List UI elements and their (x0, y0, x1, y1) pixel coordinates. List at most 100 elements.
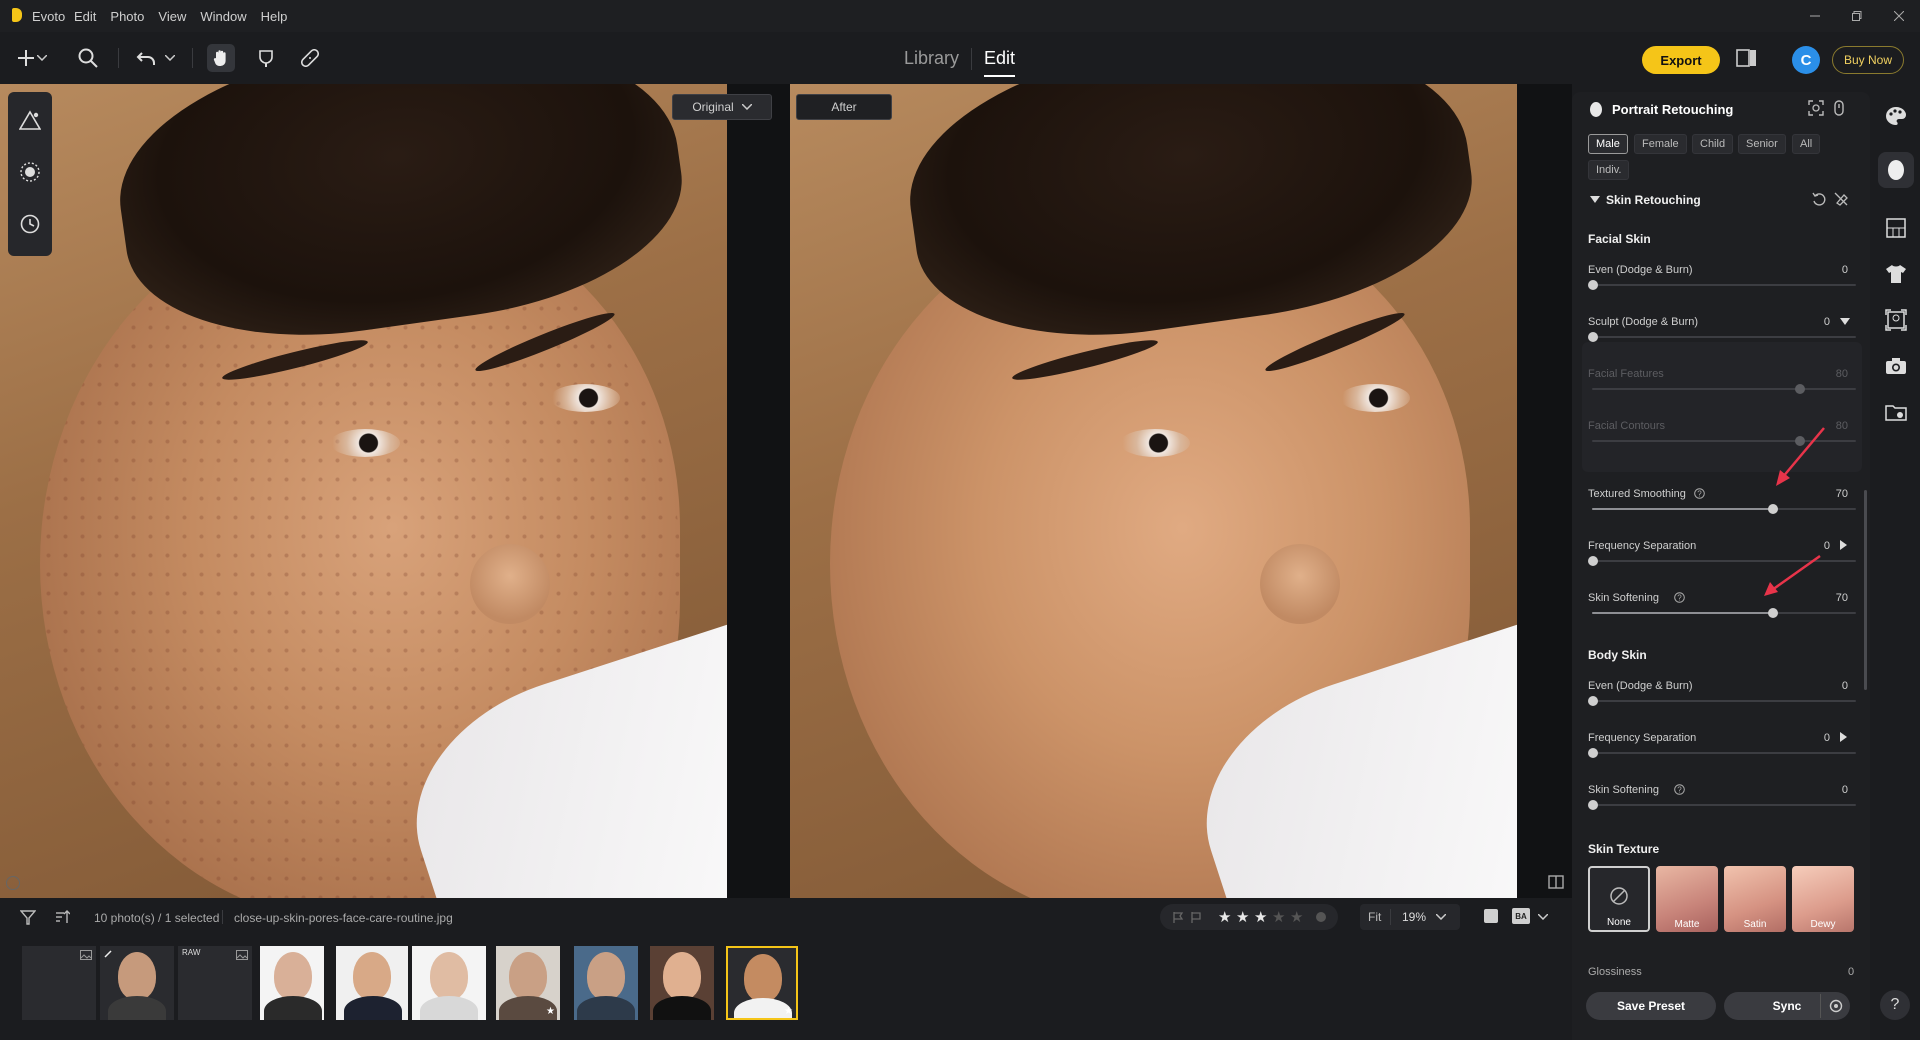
info-icon[interactable] (6, 876, 20, 890)
preset-male[interactable]: Male (1588, 134, 1628, 154)
menu-edit[interactable]: Edit (74, 9, 96, 24)
slider-knob[interactable] (1588, 556, 1598, 566)
undo-icon[interactable] (132, 44, 160, 72)
history-icon[interactable] (16, 210, 44, 238)
menu-photo[interactable]: Photo (110, 9, 144, 24)
slider-body-skin-softening[interactable]: Skin Softening ? 0 (1588, 784, 1856, 828)
slider-knob[interactable] (1588, 800, 1598, 810)
skin-retouching-title[interactable]: Skin Retouching (1606, 193, 1701, 207)
expand-down-triangle-icon[interactable] (1840, 318, 1850, 326)
texture-dewy[interactable]: Dewy (1792, 866, 1854, 932)
restore-icon[interactable] (1836, 0, 1878, 32)
photo-canvas[interactable] (0, 84, 1572, 898)
portrait-face-icon[interactable] (1878, 152, 1914, 188)
slider-facial-even[interactable]: Even (Dodge & Burn) 0 (1588, 264, 1856, 308)
collapse-triangle-icon[interactable] (1590, 196, 1600, 204)
thumbnail-10-selected[interactable]: ★ (726, 946, 798, 1020)
palette-icon[interactable] (1884, 104, 1908, 128)
expand-right-triangle-icon[interactable] (1840, 732, 1848, 742)
minimize-icon[interactable] (1794, 0, 1836, 32)
slider-knob[interactable] (1588, 332, 1598, 342)
buy-now-button[interactable]: Buy Now (1832, 46, 1904, 74)
menu-window[interactable]: Window (200, 9, 246, 24)
zoom-level[interactable]: 19% (1402, 910, 1426, 924)
thumbnail-9[interactable] (650, 946, 714, 1020)
before-after-icon[interactable]: BA (1512, 908, 1530, 924)
split-view-icon[interactable] (1548, 874, 1564, 890)
texture-satin[interactable]: Satin (1724, 866, 1786, 932)
disable-eraser-icon[interactable] (1834, 192, 1848, 206)
help-button[interactable]: ? (1880, 990, 1910, 1020)
crop-frame-icon[interactable] (1884, 308, 1908, 332)
slider-track[interactable] (1592, 700, 1856, 702)
menu-help[interactable]: Help (261, 9, 288, 24)
thumbnail-2[interactable] (100, 946, 174, 1020)
preset-all[interactable]: All (1792, 134, 1821, 154)
radial-mask-icon[interactable] (16, 158, 44, 186)
save-preset-button[interactable]: Save Preset (1586, 992, 1716, 1020)
search-icon[interactable] (74, 44, 102, 72)
undo-history-chevron-icon[interactable] (162, 44, 178, 72)
view-mode-chevron-icon[interactable] (1538, 914, 1548, 920)
sort-icon[interactable] (54, 909, 70, 925)
adjust-triangle-icon[interactable] (16, 106, 44, 134)
texture-matte[interactable]: Matte (1656, 866, 1718, 932)
texture-none[interactable]: None (1588, 866, 1650, 932)
original-view-dropdown[interactable]: Original (672, 94, 772, 120)
tab-edit[interactable]: Edit (984, 48, 1016, 77)
preset-individual[interactable]: Indiv. (1588, 160, 1630, 180)
preset-female[interactable]: Female (1634, 134, 1687, 154)
thumbnail-3[interactable]: RAW (178, 946, 252, 1020)
slider-track[interactable] (1592, 336, 1856, 338)
slider-knob[interactable] (1588, 696, 1598, 706)
star-5-icon[interactable]: ★ (1290, 908, 1303, 926)
panel-toggle-icon[interactable] (1736, 48, 1760, 72)
slider-track[interactable] (1592, 284, 1856, 286)
hand-tool-icon[interactable] (207, 44, 235, 72)
sync-settings-icon[interactable] (1832, 100, 1846, 116)
folder-settings-icon[interactable] (1884, 400, 1908, 424)
close-icon[interactable] (1878, 0, 1920, 32)
single-view-icon[interactable] (1484, 909, 1498, 923)
slider-track[interactable] (1592, 752, 1856, 754)
reject-flag-icon[interactable] (1190, 911, 1202, 923)
menu-view[interactable]: View (158, 9, 186, 24)
slider-knob[interactable] (1768, 608, 1778, 618)
healing-bandage-icon[interactable] (296, 44, 324, 72)
slider-sculpt[interactable]: Sculpt (Dodge & Burn) 0 (1588, 316, 1856, 360)
help-circle-icon[interactable]: ? (1674, 784, 1685, 795)
background-grid-icon[interactable] (1884, 216, 1908, 240)
thumbnail-7[interactable]: ★ (496, 946, 560, 1020)
tab-library[interactable]: Library (904, 48, 959, 77)
export-button[interactable]: Export (1642, 46, 1720, 74)
slider-textured-smoothing[interactable]: Textured Smoothing ? 70 (1588, 488, 1856, 532)
star-3-icon[interactable]: ★ (1254, 908, 1267, 926)
slider-body-even[interactable]: Even (Dodge & Burn) 0 (1588, 680, 1856, 724)
filter-icon[interactable] (20, 909, 36, 925)
preset-child[interactable]: Child (1692, 134, 1734, 154)
help-circle-icon[interactable]: ? (1674, 592, 1685, 603)
user-avatar[interactable]: C (1792, 46, 1820, 74)
thumbnail-1[interactable] (22, 946, 96, 1020)
thumbnail-8[interactable] (574, 946, 638, 1020)
slider-body-frequency-separation[interactable]: Frequency Separation 0 (1588, 732, 1856, 776)
slider-knob[interactable] (1588, 748, 1598, 758)
camera-icon[interactable] (1884, 354, 1908, 378)
panel-scrollbar[interactable] (1864, 490, 1867, 690)
clothing-shirt-icon[interactable] (1884, 262, 1908, 286)
slider-knob[interactable] (1768, 504, 1778, 514)
star-2-icon[interactable]: ★ (1236, 908, 1249, 926)
thumbnail-5[interactable] (336, 946, 408, 1020)
reset-icon[interactable] (1812, 192, 1826, 206)
slider-knob[interactable] (1588, 280, 1598, 290)
thumbnail-4[interactable] (260, 946, 324, 1020)
color-label-icon[interactable] (1316, 912, 1326, 922)
star-4-icon[interactable]: ★ (1272, 908, 1285, 926)
flag-icon[interactable] (1172, 911, 1184, 923)
star-1-icon[interactable]: ★ (1218, 908, 1231, 926)
help-circle-icon[interactable]: ? (1694, 488, 1705, 499)
slider-track[interactable] (1592, 804, 1856, 806)
face-detect-icon[interactable] (1808, 100, 1824, 116)
mask-brush-icon[interactable] (252, 44, 280, 72)
chevron-down-icon[interactable] (1436, 914, 1446, 920)
